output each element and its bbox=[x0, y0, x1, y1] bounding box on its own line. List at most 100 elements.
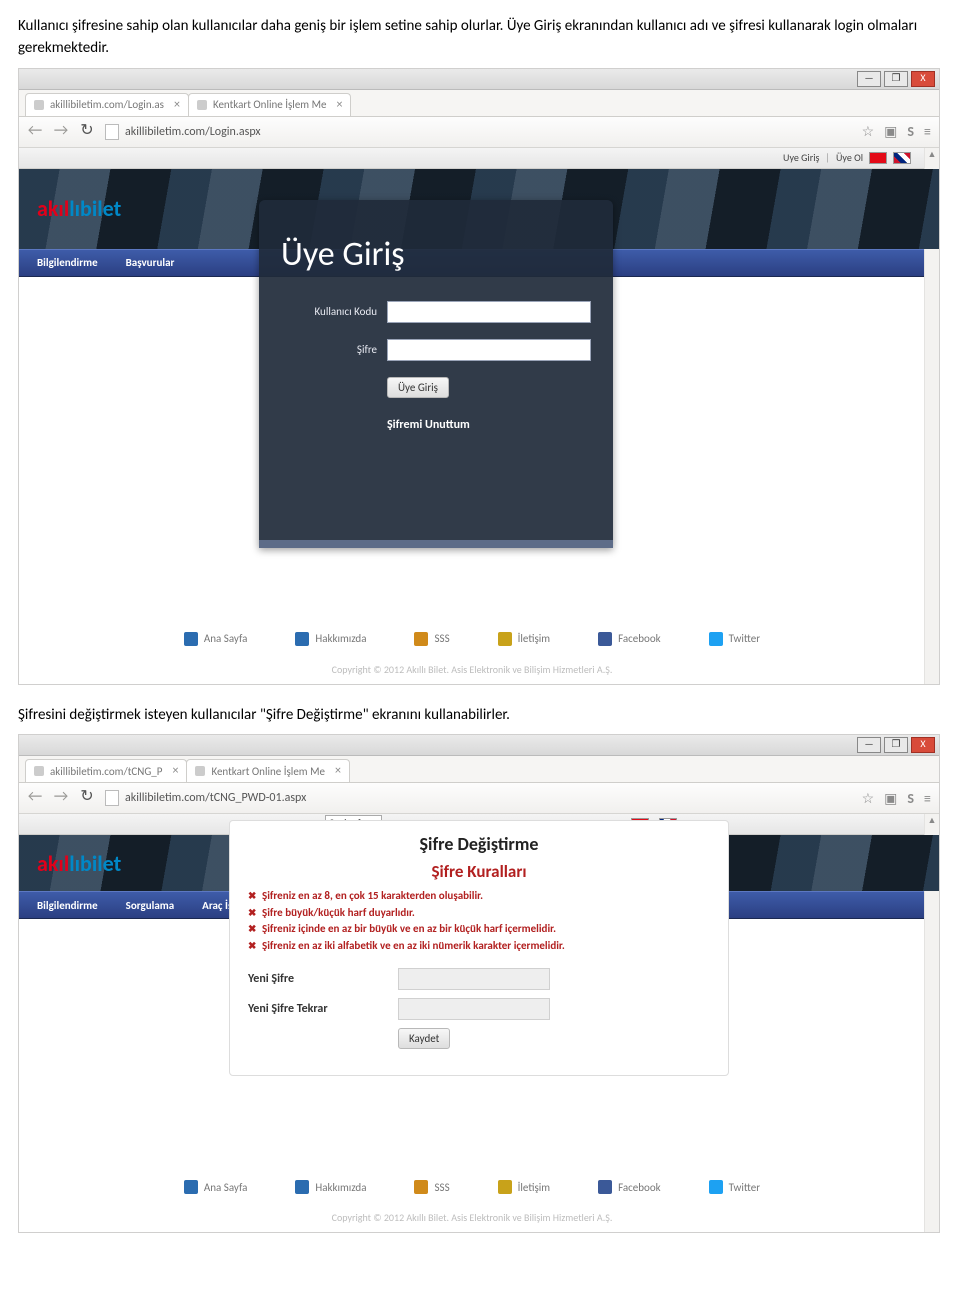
username-label: Kullanıcı Kodu bbox=[281, 305, 387, 318]
info-icon bbox=[295, 1180, 309, 1194]
browser-toolbar-right: ☆ ▣ S ≡ bbox=[862, 790, 931, 807]
footer-link-twitter[interactable]: Twitter bbox=[709, 1180, 760, 1194]
link-register[interactable]: Üye Ol bbox=[836, 151, 863, 164]
twitter-icon bbox=[709, 1180, 723, 1194]
footer-link-about[interactable]: Hakkımızda bbox=[295, 1180, 366, 1194]
window-titlebar: — ❐ X bbox=[19, 69, 939, 90]
browser-tabs: akillibiletim.com/tCNG_P× Kentkart Onlin… bbox=[19, 756, 939, 783]
page-icon bbox=[105, 124, 119, 140]
url-input[interactable]: akillibiletim.com/Login.aspx bbox=[105, 124, 852, 140]
nav-item[interactable]: Bilgilendirme bbox=[37, 899, 98, 912]
paragraph-2: Şifresini değiştirmek isteyen kullanıcıl… bbox=[18, 705, 942, 727]
menu-icon[interactable]: ≡ bbox=[924, 123, 931, 140]
favicon-icon bbox=[195, 766, 205, 776]
footer-links: Ana Sayfa Hakkımızda SSS İletişim Facebo… bbox=[19, 1172, 925, 1202]
twitter-icon bbox=[709, 632, 723, 646]
site-topbar: Uye Giriş | Üye Ol bbox=[19, 148, 939, 169]
forward-button[interactable]: → bbox=[53, 790, 69, 806]
save-button[interactable]: Kaydet bbox=[398, 1028, 450, 1049]
login-title: Üye Giriş bbox=[281, 234, 591, 275]
password-label: Şifre bbox=[281, 343, 387, 356]
home-icon bbox=[184, 1180, 198, 1194]
password-input[interactable] bbox=[387, 339, 591, 361]
skype-icon[interactable]: S bbox=[907, 790, 914, 807]
newpw-input[interactable] bbox=[398, 968, 550, 990]
star-icon[interactable]: ☆ bbox=[862, 790, 875, 807]
site-logo[interactable]: akıllıbilet bbox=[37, 195, 121, 222]
reppw-input[interactable] bbox=[398, 998, 550, 1020]
forgot-password-link[interactable]: Şifremi Unuttum bbox=[387, 418, 591, 432]
footer-link-facebook[interactable]: Facebook bbox=[598, 1180, 661, 1194]
flag-tr-icon[interactable] bbox=[869, 152, 887, 164]
window-min-button[interactable]: — bbox=[857, 737, 881, 753]
footer-link-faq[interactable]: SSS bbox=[414, 632, 449, 646]
rule-item: Şifreniz en az iki alfabetik ve en az ik… bbox=[248, 938, 710, 955]
screenshot-changepw: — ❐ X akillibiletim.com/tCNG_P× Kentkart… bbox=[18, 734, 940, 1233]
login-submit-button[interactable]: Üye Giriş bbox=[387, 377, 449, 398]
username-input[interactable] bbox=[387, 301, 591, 323]
reload-button[interactable]: ↻ bbox=[79, 790, 95, 806]
contact-icon bbox=[498, 632, 512, 646]
url-text: akillibiletim.com/tCNG_PWD-01.aspx bbox=[125, 791, 306, 805]
flag-uk-icon[interactable] bbox=[893, 152, 911, 164]
link-member-login[interactable]: Uye Giriş bbox=[783, 151, 819, 164]
nav-item[interactable]: Sorgulama bbox=[126, 899, 175, 912]
extension-icon[interactable]: ▣ bbox=[884, 123, 897, 140]
back-button[interactable]: ← bbox=[27, 790, 43, 806]
tab-label: akillibiletim.com/Login.as bbox=[50, 98, 164, 111]
window-min-button[interactable]: — bbox=[857, 71, 881, 87]
help-icon bbox=[414, 1180, 428, 1194]
site-logo[interactable]: akıllıbilet bbox=[37, 850, 121, 877]
footer-link-about[interactable]: Hakkımızda bbox=[295, 632, 366, 646]
browser-toolbar-right: ☆ ▣ S ≡ bbox=[862, 123, 931, 140]
rule-item: Şifreniz en az 8, en çok 15 karakterden … bbox=[248, 888, 710, 905]
footer-link-home[interactable]: Ana Sayfa bbox=[184, 1180, 247, 1194]
menu-icon[interactable]: ≡ bbox=[924, 790, 931, 807]
rule-item: Şifre büyük/küçük harf duyarlıdır. bbox=[248, 905, 710, 922]
footer-link-facebook[interactable]: Facebook bbox=[598, 632, 661, 646]
facebook-icon bbox=[598, 632, 612, 646]
window-close-button[interactable]: X bbox=[911, 71, 935, 87]
footer-link-home[interactable]: Ana Sayfa bbox=[184, 632, 247, 646]
footer-link-faq[interactable]: SSS bbox=[414, 1180, 449, 1194]
page-content: ▲ Uye Giriş | Üye Ol akıllıbilet Bilgile… bbox=[19, 148, 939, 684]
reppw-label: Yeni Şifre Tekrar bbox=[248, 1002, 398, 1016]
forward-button[interactable]: → bbox=[53, 124, 69, 140]
tab-label: Kentkart Online İşlem Me bbox=[211, 765, 325, 778]
reload-button[interactable]: ↻ bbox=[79, 124, 95, 140]
tab-2[interactable]: Kentkart Online İşlem Me × bbox=[186, 759, 350, 782]
extension-icon[interactable]: ▣ bbox=[884, 790, 897, 807]
tab-1[interactable]: akillibiletim.com/Login.as × bbox=[25, 93, 189, 116]
close-icon[interactable]: × bbox=[335, 764, 341, 778]
browser-tabs: akillibiletim.com/Login.as × Kentkart Onl… bbox=[19, 90, 939, 117]
close-icon[interactable]: × bbox=[172, 764, 178, 778]
close-icon[interactable]: × bbox=[336, 98, 342, 112]
window-max-button[interactable]: ❐ bbox=[884, 737, 908, 753]
nav-item[interactable]: Bilgilendirme bbox=[37, 256, 98, 269]
tab-1[interactable]: akillibiletim.com/tCNG_P× bbox=[25, 759, 187, 782]
panel-title: Şifre Değiştirme bbox=[248, 833, 710, 855]
favicon-icon bbox=[34, 100, 44, 110]
help-icon bbox=[414, 632, 428, 646]
info-icon bbox=[295, 632, 309, 646]
nav-item[interactable]: Başvurular bbox=[126, 256, 175, 269]
back-button[interactable]: ← bbox=[27, 124, 43, 140]
star-icon[interactable]: ☆ bbox=[862, 123, 875, 140]
window-max-button[interactable]: ❐ bbox=[884, 71, 908, 87]
skype-icon[interactable]: S bbox=[907, 123, 914, 140]
copyright: Copyright © 2012 Akıllı Bilet. Asis Elek… bbox=[19, 1211, 925, 1224]
footer-link-twitter[interactable]: Twitter bbox=[709, 632, 760, 646]
copyright: Copyright © 2012 Akıllı Bilet. Asis Elek… bbox=[19, 663, 925, 676]
footer-link-contact[interactable]: İletişim bbox=[498, 632, 550, 646]
rules-title: Şifre Kuralları bbox=[248, 861, 710, 882]
favicon-icon bbox=[197, 100, 207, 110]
newpw-label: Yeni Şifre bbox=[248, 972, 398, 986]
close-icon[interactable]: × bbox=[174, 98, 180, 112]
favicon-icon bbox=[34, 766, 44, 776]
changepw-panel: Şifre Değiştirme Şifre Kuralları Şifreni… bbox=[229, 820, 729, 1076]
url-input[interactable]: akillibiletim.com/tCNG_PWD-01.aspx bbox=[105, 790, 852, 806]
footer-link-contact[interactable]: İletişim bbox=[498, 1180, 550, 1194]
address-bar-row: ← → ↻ akillibiletim.com/tCNG_PWD-01.aspx… bbox=[19, 783, 939, 814]
window-close-button[interactable]: X bbox=[911, 737, 935, 753]
tab-2[interactable]: Kentkart Online İşlem Me× bbox=[188, 93, 352, 116]
